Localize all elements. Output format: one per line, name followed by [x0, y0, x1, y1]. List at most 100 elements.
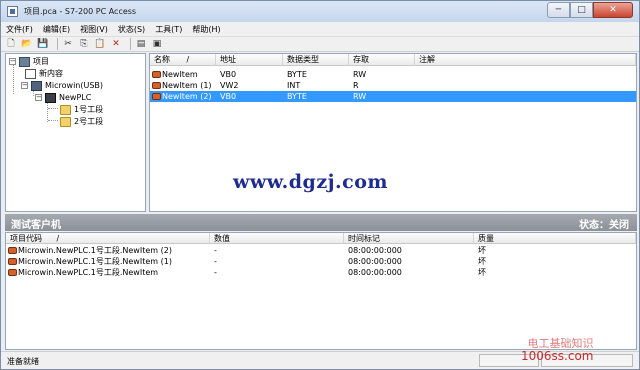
folder-icon [60, 116, 71, 127]
cell-access: R [353, 81, 359, 90]
tree-item-microwin[interactable]: − Microwin(USB) [21, 80, 103, 91]
menu-help[interactable]: 帮助(H) [187, 24, 225, 35]
copy-icon[interactable]: ⎘ [78, 38, 90, 50]
save-icon[interactable]: 💾 [37, 38, 49, 50]
tree-item-root[interactable]: − 项目 [9, 56, 49, 67]
menu-edit[interactable]: 编辑(E) [38, 24, 75, 35]
paste-icon[interactable]: 📋 [94, 38, 106, 50]
column-header-item-code[interactable]: 项目代码 / [6, 233, 210, 244]
collapse-icon[interactable]: − [9, 58, 16, 65]
column-header-name[interactable]: 名称 / [150, 54, 216, 66]
list-row-selected[interactable]: NewItem (2) VB0 BYTE RW [150, 91, 636, 102]
tree-item-label: Microwin(USB) [45, 81, 104, 90]
window-title: 项目.pca - S7-200 PC Access [24, 7, 137, 16]
test-client-icon[interactable]: ▣ [151, 38, 163, 50]
folder-icon [60, 104, 71, 115]
column-header-quality[interactable]: 质量 [474, 233, 636, 244]
cell-type: BYTE [287, 70, 307, 79]
column-header-address[interactable]: 地址 [216, 54, 283, 66]
column-header-comment[interactable]: 注解 [415, 54, 636, 66]
sort-indicator: / [56, 234, 60, 243]
menu-status[interactable]: 状态(S) [113, 24, 150, 35]
status-text: 准备就绪 [7, 357, 39, 366]
tree-item-section-2[interactable]: 2号工段 [60, 116, 103, 127]
sort-indicator: / [186, 55, 190, 64]
tree-item-label: 2号工段 [74, 117, 104, 126]
cell-item-code: Microwin.NewPLC.1号工段.NewItem [18, 268, 159, 277]
cell-value: - [214, 257, 217, 266]
cell-comment [415, 80, 419, 91]
cell-quality: 坏 [478, 246, 486, 255]
close-button[interactable]: ✕ [593, 2, 633, 18]
cell-comment [415, 69, 419, 80]
tree-item-label: 1号工段 [74, 105, 104, 114]
tree-item-label: NewPLC [59, 93, 92, 102]
collapse-icon[interactable]: − [35, 94, 42, 101]
watermark-text: www.dgzj.com [233, 171, 388, 193]
cell-type: INT [287, 81, 301, 90]
menu-tools[interactable]: 工具(T) [150, 24, 187, 35]
cell-address: VB0 [220, 92, 237, 101]
app-window: 项目.pca - S7-200 PC Access ─ □ ✕ 文件(F) 编辑… [0, 0, 640, 370]
app-icon [7, 6, 18, 17]
list-row[interactable]: NewItem (1) VW2 INT R [150, 80, 636, 91]
tree-connector [13, 64, 14, 94]
cell-name: NewItem (2) [162, 92, 212, 101]
project-icon [19, 56, 30, 67]
column-header-timestamp[interactable]: 时间标记 [344, 233, 474, 244]
cell-value: - [214, 268, 217, 277]
column-label: 项目代码 [10, 234, 42, 243]
column-header-access[interactable]: 存取 [349, 54, 415, 66]
test-client-title: 测试客户机 [11, 220, 61, 231]
cell-comment [415, 91, 419, 102]
column-label: 名称 [154, 55, 170, 64]
client-row[interactable]: Microwin.NewPLC.1号工段.NewItem (1) - 08:00… [6, 256, 636, 267]
corner-watermark: 电工基础知识 1006ss.com [521, 337, 594, 363]
item-list: 名称 / 地址 数据类型 存取 注解 NewItem VB0 BYTE RW N… [149, 53, 637, 212]
project-tree: − 项目 新内容 − Microwin(USB) − NewPLC 1号工段 2… [5, 53, 146, 212]
cell-quality: 坏 [478, 257, 486, 266]
column-header-type[interactable]: 数据类型 [283, 54, 349, 66]
cell-address: VB0 [220, 70, 237, 79]
tree-item-section-1[interactable]: 1号工段 [60, 104, 103, 115]
tree-connector [48, 120, 58, 121]
menu-bar: 文件(F) 编辑(E) 视图(V) 状态(S) 工具(T) 帮助(H) [1, 22, 639, 37]
client-row[interactable]: Microwin.NewPLC.1号工段.NewItem - 08:00:00:… [6, 267, 636, 278]
corner-watermark-site: 1006ss.com [521, 349, 594, 363]
tree-connector [48, 108, 58, 109]
cell-access: RW [353, 92, 367, 101]
list-header: 名称 / 地址 数据类型 存取 注解 [150, 54, 636, 66]
tree-root-label: 项目 [33, 57, 49, 66]
minimize-button[interactable]: ─ [547, 2, 570, 18]
menu-view[interactable]: 视图(V) [75, 24, 113, 35]
maximize-button[interactable]: □ [570, 2, 593, 18]
cell-name: NewItem [162, 70, 198, 79]
new-file-icon[interactable]: 🗋 [5, 38, 17, 50]
toolbar-separator [130, 38, 131, 50]
cut-icon[interactable]: ✂ [62, 38, 74, 50]
cell-timestamp: 08:00:00:000 [348, 268, 402, 277]
cell-item-code: Microwin.NewPLC.1号工段.NewItem (2) [18, 246, 172, 255]
toolbar-separator [57, 38, 58, 50]
title-bar[interactable]: 项目.pca - S7-200 PC Access ─ □ ✕ [1, 1, 639, 22]
document-icon [25, 68, 36, 79]
list-row[interactable]: NewItem VB0 BYTE RW [150, 69, 636, 80]
test-client-table: 项目代码 / 数值 时间标记 质量 Microwin.NewPLC.1号工段.N… [5, 232, 637, 350]
cell-access: RW [353, 70, 367, 79]
tree-item-new-content[interactable]: 新内容 [25, 68, 63, 79]
cell-quality: 坏 [478, 268, 486, 277]
column-header-value[interactable]: 数值 [210, 233, 344, 244]
tree-item-newplc[interactable]: − NewPLC [35, 92, 91, 103]
properties-icon[interactable]: ▤ [135, 38, 147, 50]
menu-file[interactable]: 文件(F) [1, 24, 38, 35]
cell-timestamp: 08:00:00:000 [348, 257, 402, 266]
delete-icon[interactable]: ✕ [110, 38, 122, 50]
client-row[interactable]: Microwin.NewPLC.1号工段.NewItem (2) - 08:00… [6, 245, 636, 256]
collapse-icon[interactable]: − [21, 82, 28, 89]
cell-name: NewItem (1) [162, 81, 212, 90]
tree-item-label: 新内容 [39, 69, 63, 78]
open-folder-icon[interactable]: 📂 [21, 38, 33, 50]
cell-type: BYTE [287, 92, 307, 101]
plc-icon [45, 92, 56, 103]
window-controls: ─ □ ✕ [547, 2, 633, 18]
